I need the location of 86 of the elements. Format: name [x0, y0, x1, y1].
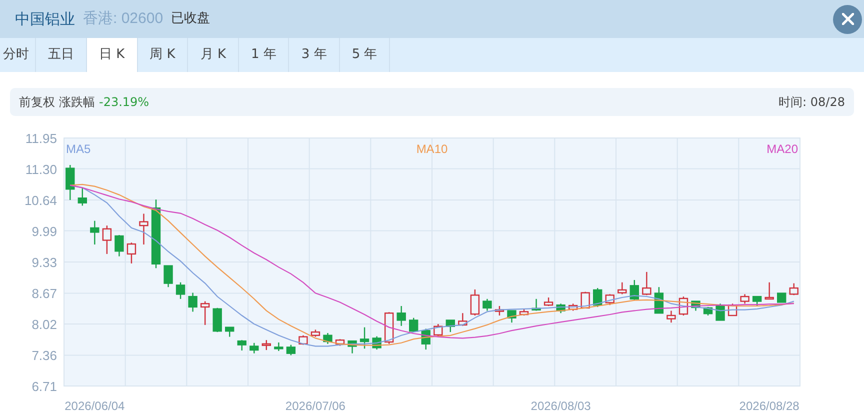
x-axis-label: 2026/08/03	[530, 399, 591, 413]
candlestick	[286, 344, 296, 356]
candlestick	[777, 292, 786, 303]
candlestick	[298, 335, 308, 345]
market-status: 已收盘	[171, 10, 210, 28]
candlestick	[630, 280, 639, 300]
period-tab[interactable]: 分时	[0, 38, 36, 72]
candlestick	[335, 339, 345, 346]
candlestick	[605, 294, 614, 306]
candlestick	[654, 287, 664, 314]
candlestick	[446, 320, 455, 332]
y-axis-label: 9.99	[32, 224, 57, 239]
y-axis-label: 10.64	[24, 193, 57, 208]
candlestick	[66, 164, 75, 200]
candlestick	[556, 304, 566, 314]
y-axis-label: 6.71	[32, 379, 57, 394]
candlestick	[519, 309, 529, 316]
candlestick	[164, 265, 173, 288]
candlestick	[642, 272, 652, 296]
candlestick	[139, 214, 148, 244]
candlestick	[434, 324, 443, 337]
y-axis-label: 11.30	[25, 162, 57, 177]
stock-name: 中国铝业	[15, 8, 75, 30]
y-axis-label: 8.02	[32, 317, 57, 332]
y-axis-label: 7.36	[32, 348, 57, 364]
candlestick	[470, 289, 480, 316]
candlestick	[225, 326, 234, 337]
candlestick	[310, 330, 320, 337]
candlestick	[580, 292, 590, 309]
candlestick	[126, 242, 136, 264]
adjustment-label: 前复权	[19, 94, 55, 111]
candlestick	[703, 306, 713, 316]
candlestick	[568, 304, 578, 311]
candlestick	[188, 292, 198, 312]
time-label: 时间: 08/28	[778, 94, 845, 111]
x-axis-label: 2026/08/28	[739, 399, 800, 413]
candlestick	[262, 340, 271, 350]
candlestick	[114, 235, 124, 256]
candlestick	[752, 296, 762, 306]
change-label: 涨跌幅	[59, 94, 95, 111]
x-axis-label: 2026/07/06	[285, 399, 346, 413]
candlestick	[151, 200, 161, 268]
legend-label: MA10	[416, 142, 448, 156]
candlestick	[396, 306, 406, 326]
candlestick	[212, 308, 222, 332]
y-axis-label: 8.67	[32, 286, 57, 302]
candlestick	[764, 282, 774, 300]
candlestick	[409, 318, 418, 332]
close-button[interactable]	[833, 4, 862, 34]
change-value: -23.19%	[99, 94, 150, 111]
x-axis-label: 2026/06/04	[64, 399, 125, 413]
candlestick	[250, 342, 259, 354]
candlestick	[372, 336, 382, 350]
candlestick	[507, 310, 516, 323]
candlestick	[200, 301, 210, 325]
candlestick	[532, 298, 541, 311]
y-axis-label: 9.33	[32, 255, 57, 270]
market-code: 香港: 02600	[83, 8, 164, 29]
candlestick	[593, 288, 602, 307]
candlestick	[691, 300, 700, 311]
candlestick	[421, 328, 430, 350]
candlestick	[482, 298, 492, 311]
y-axis-label: 11.95	[25, 131, 57, 146]
legend-label: MA20	[766, 142, 798, 156]
candlestick	[458, 313, 468, 326]
candlestick	[384, 312, 394, 344]
candlestick	[274, 342, 284, 351]
candlestick	[78, 188, 87, 206]
candlestick	[618, 282, 627, 294]
candlestick	[102, 226, 112, 254]
candlestick	[348, 340, 357, 354]
candlestick	[90, 220, 100, 244]
candlestick	[544, 298, 554, 306]
candlestick	[728, 304, 738, 316]
legend-label: MA5	[66, 142, 91, 156]
candlestick	[323, 333, 332, 344]
candlestick	[740, 294, 750, 304]
close-icon	[842, 13, 854, 25]
candlestick	[494, 306, 504, 316]
candlestick	[360, 327, 370, 349]
period-tab[interactable]: 日 K	[87, 38, 138, 72]
candlestick	[789, 283, 798, 296]
candlestick	[678, 296, 688, 316]
candlestick	[237, 340, 246, 350]
candlestick	[666, 310, 676, 323]
candlestick	[176, 282, 186, 299]
